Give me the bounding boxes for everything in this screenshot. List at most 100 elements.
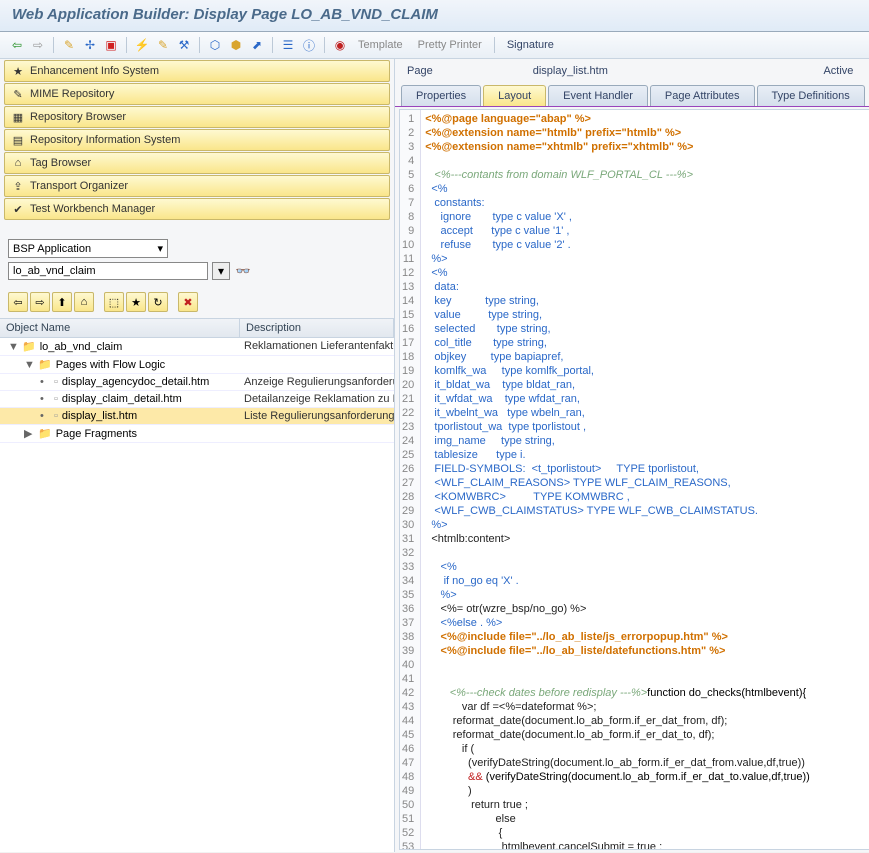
expand-icon[interactable]: ▼: [8, 341, 18, 353]
code-line: komlfk_wa type komlfk_portal,: [425, 364, 869, 378]
code-line: <%: [425, 560, 869, 574]
main-area: ★Enhancement Info System✎MIME Repository…: [0, 59, 869, 852]
hier-icon[interactable]: ⬢: [227, 36, 245, 54]
right-panel: Page display_list.htm Active PropertiesL…: [395, 59, 869, 852]
node-name: display_agencydoc_detail.htm: [62, 376, 209, 388]
nav-icon: ⌂: [11, 156, 25, 170]
where-icon[interactable]: ⬡: [206, 36, 224, 54]
nav-icon[interactable]: ⬈: [248, 36, 266, 54]
refresh-icon[interactable]: ↻: [148, 292, 168, 312]
col-desc[interactable]: Description: [240, 319, 394, 337]
folder-icon: 📁: [38, 427, 52, 440]
nav-tag-browser[interactable]: ⌂Tag Browser: [4, 152, 390, 174]
code-line: <%= otr(wzre_bsp/no_go) %>: [425, 602, 869, 616]
node-name: lo_ab_vnd_claim: [40, 341, 123, 353]
nav-transport-organizer[interactable]: ⇪Transport Organizer: [4, 175, 390, 197]
glasses-icon[interactable]: 👓: [234, 262, 252, 280]
tab-event-handler[interactable]: Event Handler: [548, 85, 648, 106]
expand-icon[interactable]: ▶: [24, 427, 34, 440]
prev-icon[interactable]: ⇦: [8, 292, 28, 312]
info-icon[interactable]: ⓘ: [300, 36, 318, 54]
nav-repository-browser[interactable]: ▦Repository Browser: [4, 106, 390, 128]
folder-icon: 📁: [22, 340, 36, 353]
code-line: reformat_date(document.lo_ab_form.if_er_…: [425, 714, 869, 728]
breakpoint-icon[interactable]: ◉: [331, 36, 349, 54]
code-line: selected type string,: [425, 322, 869, 336]
check-icon[interactable]: ✎: [154, 36, 172, 54]
next-icon[interactable]: ⇨: [30, 292, 50, 312]
code-line: htmlbevent.cancelSubmit = true ;: [425, 840, 869, 850]
pretty-cmd[interactable]: Pretty Printer: [412, 39, 488, 51]
up-icon[interactable]: ⬆: [52, 292, 72, 312]
fav-icon[interactable]: ★: [126, 292, 146, 312]
dropdown-icon[interactable]: ▾: [212, 262, 230, 280]
expand-icon[interactable]: ▼: [24, 359, 34, 371]
code-editor[interactable]: 1234567891011121314151617181920212223242…: [399, 109, 869, 850]
node-desc: [240, 425, 394, 442]
tree-row[interactable]: ▶ 📁 Page Fragments: [0, 425, 394, 443]
add-icon[interactable]: ⬚: [104, 292, 124, 312]
node-name: Page Fragments: [56, 428, 137, 440]
chevron-down-icon: ▾: [157, 242, 163, 255]
template-cmd[interactable]: Template: [352, 39, 409, 51]
list-icon[interactable]: ☰: [279, 36, 297, 54]
tree-row[interactable]: ▼📁Pages with Flow Logic: [0, 356, 394, 374]
code-line: <%@extension name="xhtmlb" prefix="xhtml…: [425, 140, 869, 154]
code-line: <%---contants from domain WLF_PORTAL_CL …: [425, 168, 869, 182]
object-tree[interactable]: ▼📁lo_ab_vnd_claimReklamationen Lieferant…: [0, 338, 394, 852]
signature-cmd[interactable]: Signature: [501, 39, 560, 51]
object-type-select[interactable]: BSP Application ▾: [8, 239, 168, 258]
tab-page-attributes[interactable]: Page Attributes: [650, 85, 755, 106]
code-line: <%@include file="../lo_ab_liste/datefunc…: [425, 644, 869, 658]
test-icon[interactable]: ⚒: [175, 36, 193, 54]
code-line: var df =<%=dateformat %>;: [425, 700, 869, 714]
code-line: FIELD-SYMBOLS: <t_tporlistout> TYPE tpor…: [425, 462, 869, 476]
nav-icon: ✔: [11, 202, 25, 216]
nav-icon: ▤: [11, 133, 25, 147]
object-name-input[interactable]: lo_ab_vnd_claim: [8, 262, 208, 280]
tree-row[interactable]: ▼📁lo_ab_vnd_claimReklamationen Lieferant…: [0, 338, 394, 356]
nav-repository-information-system[interactable]: ▤Repository Information System: [4, 129, 390, 151]
code-line: <htmlb:content>: [425, 532, 869, 546]
back-icon[interactable]: ⇦: [8, 36, 26, 54]
code-line: it_wbelnt_wa type wbeln_ran,: [425, 406, 869, 420]
code-line: [425, 658, 869, 672]
home-icon[interactable]: ⌂: [74, 292, 94, 312]
forward-icon[interactable]: ⇨: [29, 36, 47, 54]
separator: [199, 37, 200, 53]
tree-row[interactable]: •▫display_agencydoc_detail.htmAnzeige Re…: [0, 374, 394, 391]
node-desc: Anzeige Regulierungsanforderun: [240, 374, 394, 390]
code-line: col_title type string,: [425, 336, 869, 350]
nav-enhancement-info-system[interactable]: ★Enhancement Info System: [4, 60, 390, 82]
code-line: tablesize type i.: [425, 448, 869, 462]
activate-icon[interactable]: ⚡: [133, 36, 151, 54]
expand-icon[interactable]: •: [40, 393, 50, 405]
close-icon[interactable]: ✖: [178, 292, 198, 312]
display-icon[interactable]: ✎: [60, 36, 78, 54]
other-icon[interactable]: ▣: [102, 36, 120, 54]
code-line: key type string,: [425, 294, 869, 308]
expand-icon[interactable]: •: [40, 376, 50, 388]
node-name: Pages with Flow Logic: [56, 359, 165, 371]
page-info: Page display_list.htm Active: [395, 59, 869, 83]
code-line: <%@include file="../lo_ab_liste/js_error…: [425, 630, 869, 644]
page-name: display_list.htm: [533, 65, 608, 77]
node-name: display_list.htm: [62, 410, 137, 422]
tab-properties[interactable]: Properties: [401, 85, 481, 106]
nav-mime-repository[interactable]: ✎MIME Repository: [4, 83, 390, 105]
toggle-icon[interactable]: ✢: [81, 36, 99, 54]
tab-layout[interactable]: Layout: [483, 85, 546, 106]
nav-label: MIME Repository: [30, 88, 114, 100]
col-objname[interactable]: Object Name: [0, 319, 240, 337]
expand-icon[interactable]: •: [40, 410, 50, 422]
tree-row[interactable]: •▫display_list.htmListe Regulierungsanfo…: [0, 408, 394, 425]
code-line: return true ;: [425, 798, 869, 812]
nav-label: Transport Organizer: [30, 180, 128, 192]
code-line: <WLF_CWB_CLAIMSTATUS> TYPE WLF_CWB_CLAIM…: [425, 504, 869, 518]
nav-test-workbench-manager[interactable]: ✔Test Workbench Manager: [4, 198, 390, 220]
code-line: value type string,: [425, 308, 869, 322]
tree-row[interactable]: •▫display_claim_detail.htmDetailanzeige …: [0, 391, 394, 408]
left-panel: ★Enhancement Info System✎MIME Repository…: [0, 59, 395, 852]
tab-type-definitions[interactable]: Type Definitions: [757, 85, 865, 106]
code-area[interactable]: <%@page language="abap" %><%@extension n…: [421, 110, 869, 849]
